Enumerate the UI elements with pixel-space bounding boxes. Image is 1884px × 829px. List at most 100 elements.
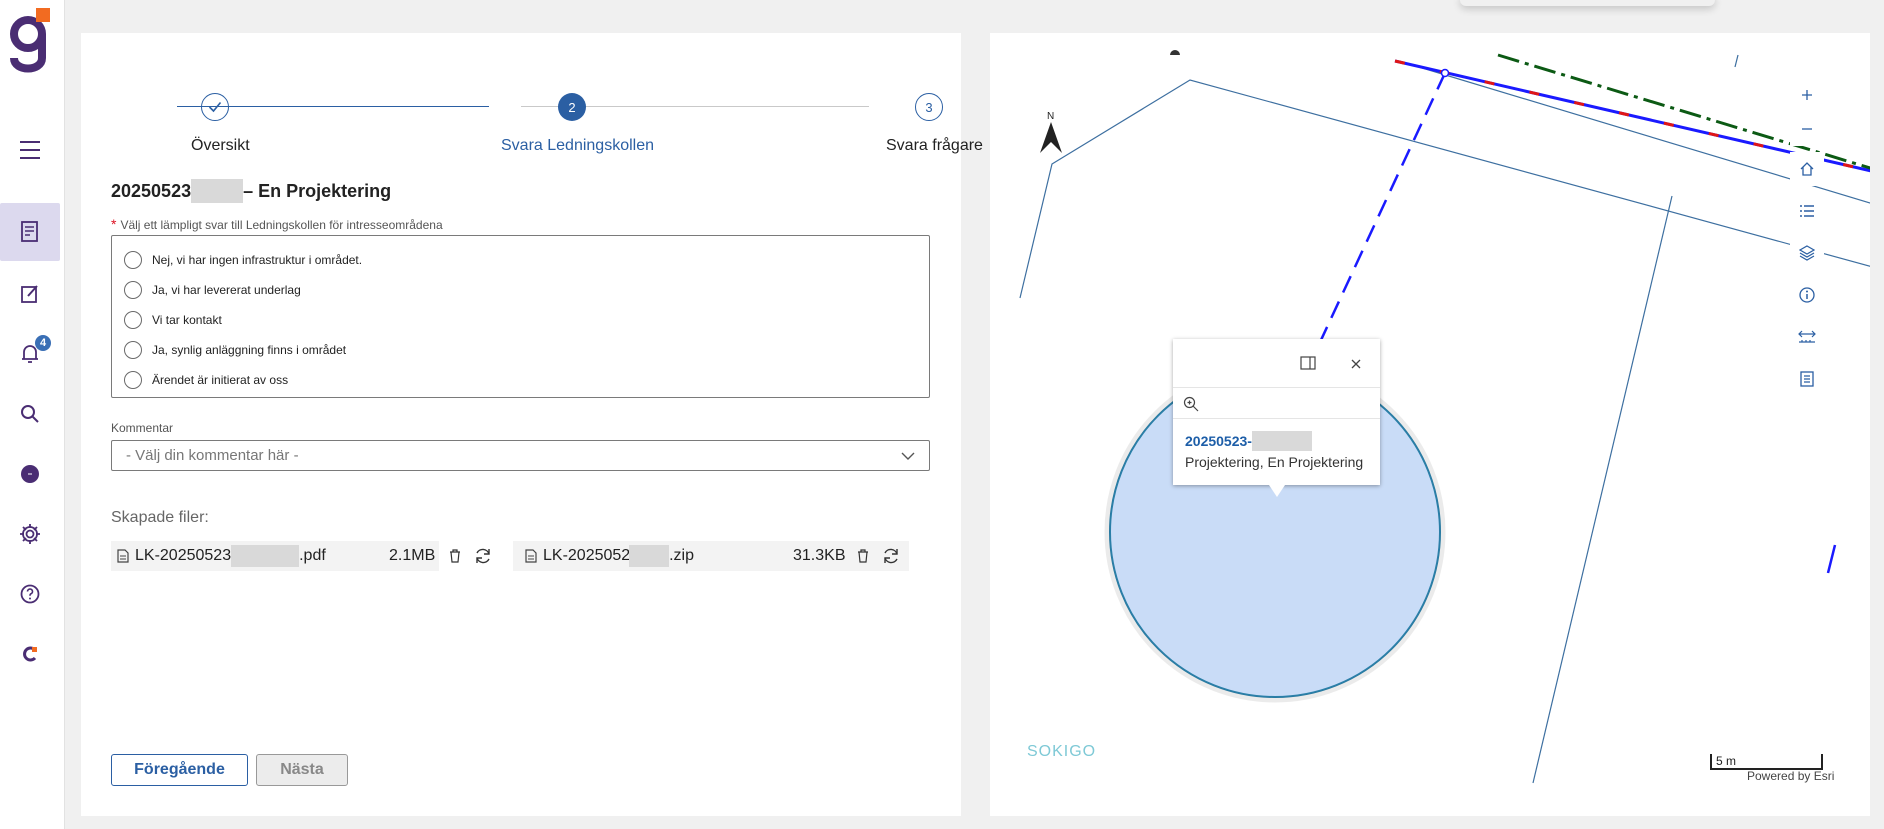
stepper: 2 3 Översikt Svara Ledningskollen Svara …	[121, 63, 983, 154]
redacted-block	[231, 545, 300, 567]
file-icon	[117, 549, 129, 563]
radio-option[interactable]: Nej, vi har ingen infrastruktur i område…	[112, 245, 929, 275]
popup-pointer	[1269, 485, 1285, 497]
help-icon	[20, 584, 40, 604]
search-icon	[21, 405, 39, 423]
radio-option-label: Ärendet är initierat av oss	[152, 373, 289, 387]
step-2-label: Svara Ledningskollen	[501, 137, 654, 154]
radio-button[interactable]	[124, 251, 142, 269]
help-nav-button[interactable]	[0, 565, 60, 623]
next-button[interactable]: Nästa	[256, 754, 348, 786]
radio-option-label: Vi tar kontakt	[152, 313, 222, 327]
radio-button[interactable]	[124, 341, 142, 359]
chevron-down-icon	[901, 452, 915, 460]
radio-option[interactable]: Vi tar kontakt	[112, 305, 929, 335]
delete-file-button[interactable]	[446, 547, 464, 565]
file-name-prefix: LK-20250523	[135, 547, 232, 564]
map-view[interactable]: N 20250523- Projektering, En Projekterin…	[990, 33, 1870, 816]
home-icon	[1800, 162, 1814, 176]
comment-label: Kommentar	[111, 421, 174, 435]
map-canvas[interactable]: N	[990, 33, 1870, 816]
comment-placeholder: - Välj din kommentar här -	[126, 447, 299, 464]
delete-file-button[interactable]	[854, 547, 872, 565]
file-name: LK-20250523 .pdf	[135, 545, 326, 567]
answer-radio-group: Nej, vi har ingen infrastruktur i område…	[111, 235, 930, 398]
regenerate-file-button[interactable]	[474, 547, 492, 565]
comment-select[interactable]: - Välj din kommentar här -	[111, 440, 930, 471]
brand-nav-button[interactable]	[0, 625, 60, 683]
step-3-circle[interactable]: 3	[915, 93, 943, 121]
step-1-label: Översikt	[191, 137, 250, 154]
refresh-icon	[884, 548, 898, 564]
required-marker: *	[111, 216, 117, 232]
esri-attribution[interactable]: Powered by Esri	[1747, 769, 1834, 783]
home-button[interactable]	[1790, 152, 1824, 186]
settings-nav-button[interactable]	[0, 505, 60, 563]
cases-nav-button[interactable]	[0, 203, 60, 261]
close-popup-button[interactable]	[1350, 357, 1362, 375]
zoom-in-button[interactable]	[1790, 78, 1824, 112]
dock-icon	[1300, 356, 1316, 370]
sidebar: 4	[0, 0, 65, 829]
regenerate-file-button[interactable]	[882, 547, 900, 565]
step-1-circle[interactable]	[201, 93, 229, 121]
radio-option-label: Nej, vi har ingen infrastruktur i område…	[152, 253, 363, 267]
document-icon	[21, 221, 38, 242]
dock-button[interactable]	[1300, 356, 1316, 375]
radio-button[interactable]	[124, 371, 142, 389]
utility-node[interactable]	[1440, 68, 1450, 78]
layers-button[interactable]	[1790, 236, 1824, 270]
zoom-out-button[interactable]	[1790, 112, 1824, 146]
step-2-circle[interactable]: 2	[558, 93, 586, 121]
menu-button[interactable]	[0, 121, 60, 179]
map-marker	[1170, 50, 1180, 55]
radio-option[interactable]: Ja, synlig anläggning finns i området	[112, 335, 929, 365]
files-label: Skapade filer:	[111, 509, 209, 526]
radio-option-label: Ja, synlig anläggning finns i området	[152, 343, 347, 357]
radio-button[interactable]	[124, 281, 142, 299]
edit-nav-button[interactable]	[0, 265, 60, 323]
file-chip-zip[interactable]: LK-20250523 .zip 31.3KB	[513, 541, 909, 571]
radio-option[interactable]: Ja, vi har levererat underlag	[112, 275, 929, 305]
popup-header	[1173, 339, 1380, 387]
scale-label: 5 m	[1716, 754, 1737, 768]
radio-button[interactable]	[124, 311, 142, 329]
check-icon	[208, 101, 222, 113]
edit-icon	[21, 285, 38, 303]
file-size: 31.3KB	[793, 547, 846, 564]
legend-button[interactable]	[1790, 194, 1824, 228]
redacted-block	[1251, 431, 1312, 451]
measure-button[interactable]	[1790, 320, 1824, 354]
notification-badge: 4	[35, 335, 51, 351]
file-name-prefix: LK-20250523	[543, 547, 640, 564]
case-title-suffix: – En Projektering	[243, 180, 392, 201]
measure-icon	[1798, 330, 1816, 343]
info-button[interactable]	[1790, 278, 1824, 312]
zoom-to-button[interactable]	[1183, 396, 1199, 417]
north-label: N	[1047, 111, 1054, 122]
search-nav-button[interactable]	[0, 385, 60, 443]
app-logo[interactable]	[6, 6, 54, 76]
file-chip-pdf[interactable]: LK-20250523 .pdf 2.1MB	[111, 541, 490, 571]
radio-option[interactable]: Ärendet är initierat av oss	[112, 365, 929, 395]
zoom-to-icon	[1183, 396, 1199, 412]
minus-icon	[1802, 128, 1812, 130]
file-name-ext: .zip	[669, 547, 694, 564]
notifications-nav-button[interactable]: 4	[0, 325, 60, 383]
popup-title-text: 20250523-	[1185, 433, 1252, 449]
layers-icon	[1799, 245, 1815, 261]
status-nav-button[interactable]	[0, 445, 60, 503]
north-arrow-icon	[1040, 122, 1062, 153]
popup-title[interactable]: 20250523-	[1185, 431, 1312, 451]
redacted-block	[629, 545, 670, 567]
top-shadow	[1460, 0, 1715, 6]
file-name: LK-20250523 .zip	[543, 545, 694, 567]
previous-button[interactable]: Föregående	[111, 754, 248, 786]
brand-icon	[23, 646, 37, 662]
print-button[interactable]	[1790, 362, 1824, 396]
report-icon	[1800, 371, 1814, 387]
step-3-label: Svara frågare	[886, 137, 983, 154]
plus-icon	[1802, 90, 1812, 100]
question-label-text: Välj ett lämpligt svar till Ledningskoll…	[120, 218, 443, 232]
hamburger-icon	[20, 141, 40, 159]
